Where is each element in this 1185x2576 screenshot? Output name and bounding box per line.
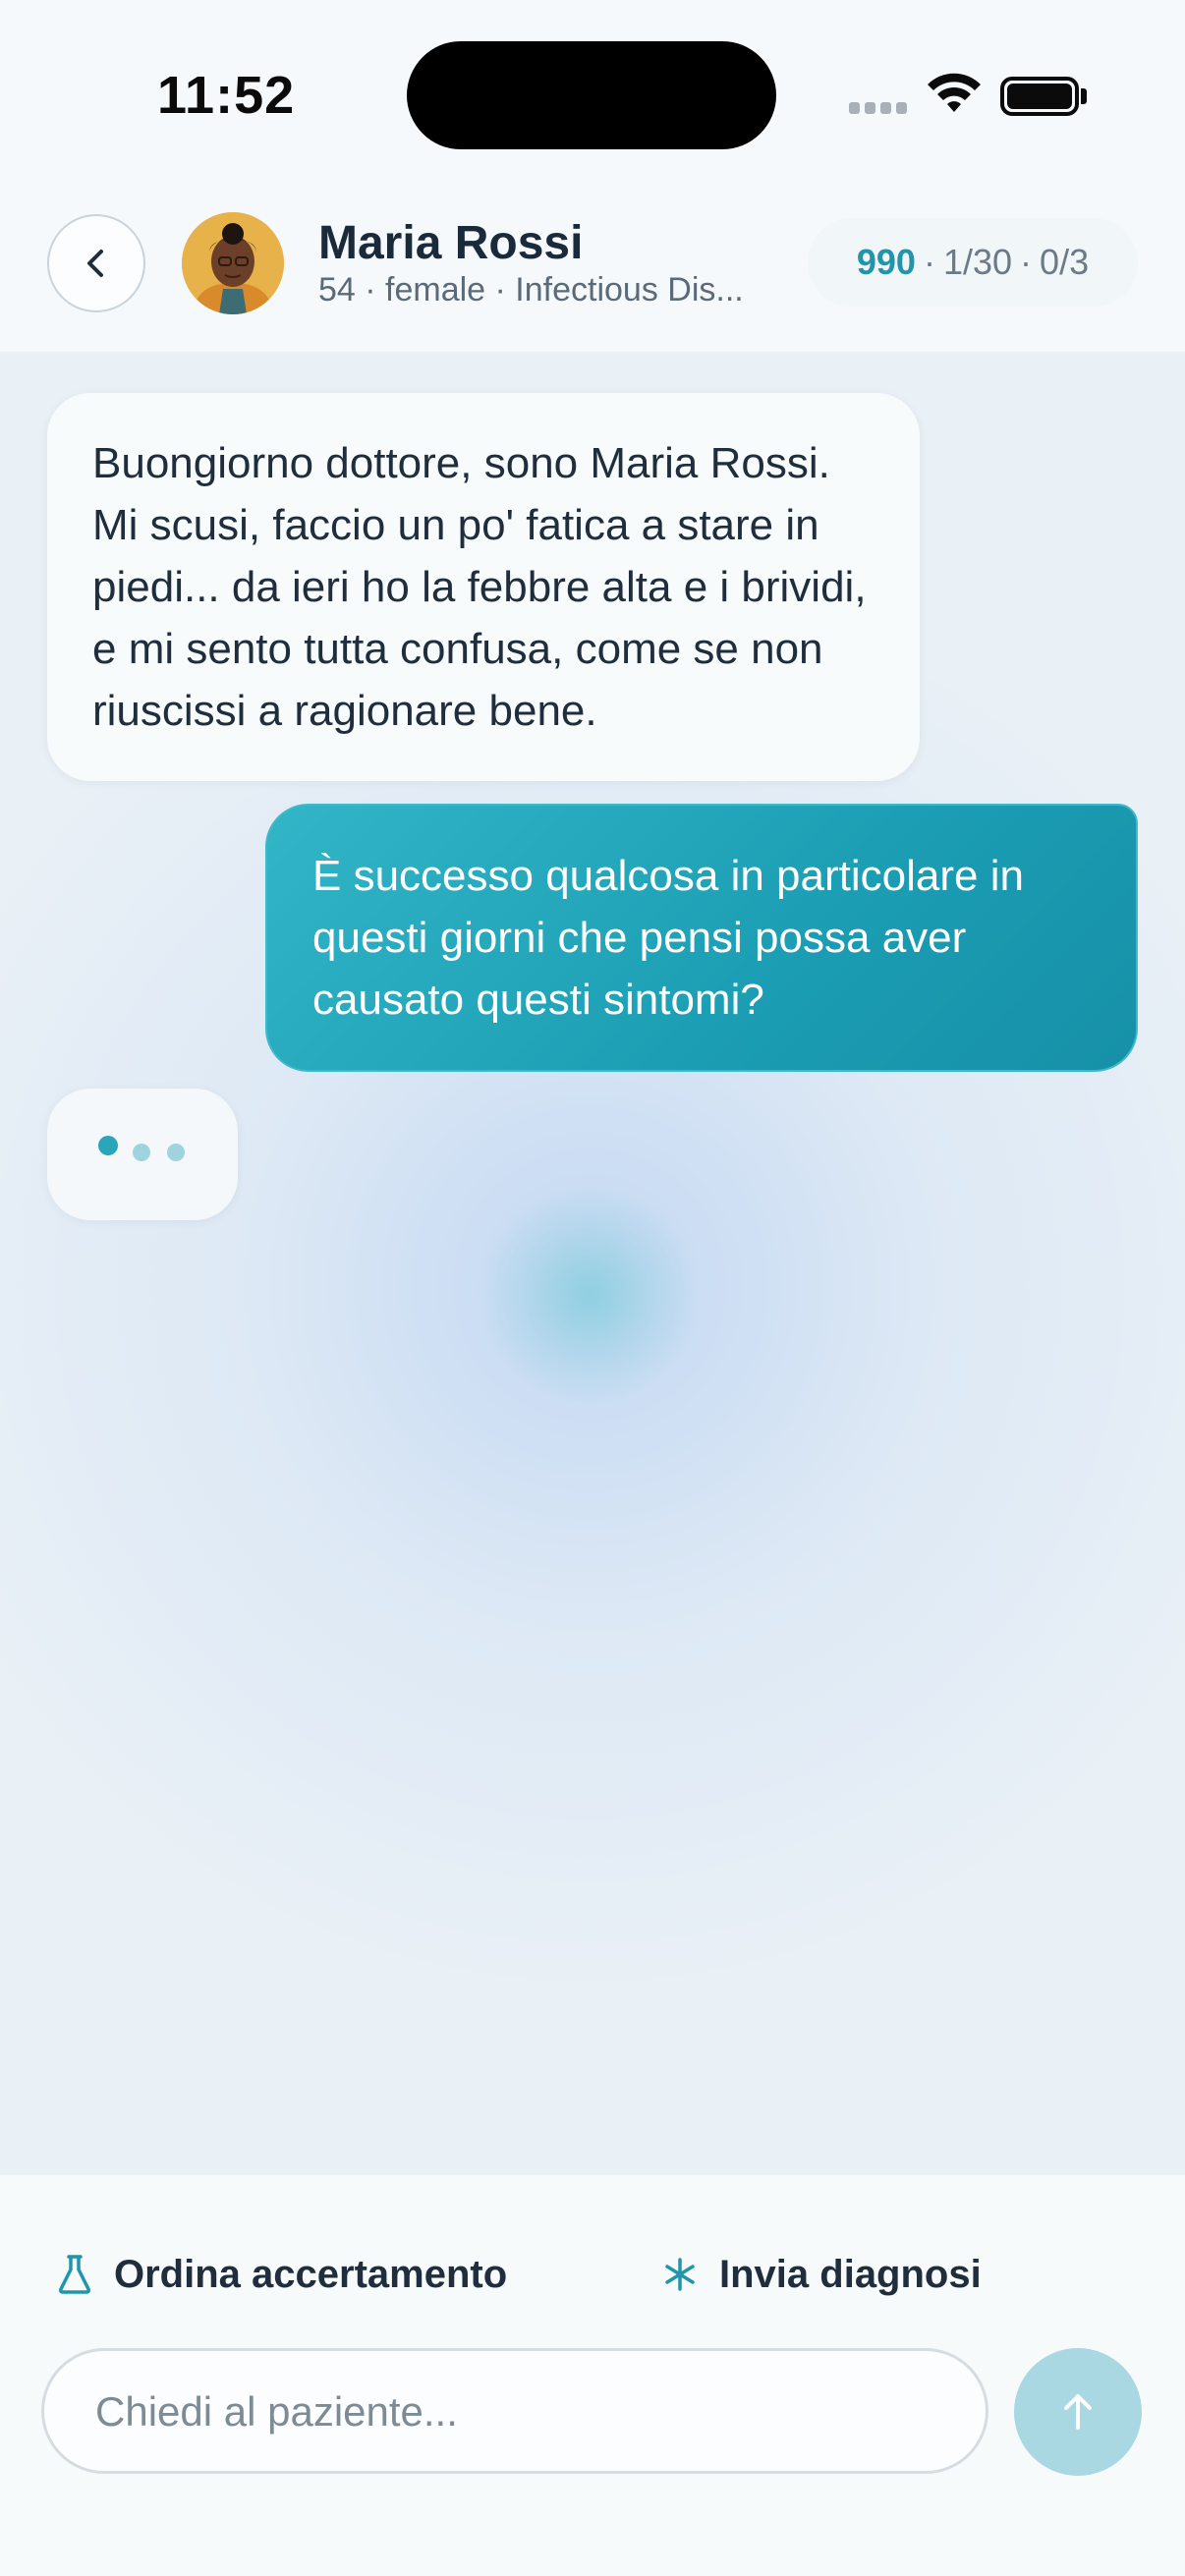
chat-area[interactable]: Buongiorno dottore, sono Maria Rossi. Mi… [0, 352, 1185, 2175]
patient-details: 54 · female · Infectious Dis... [318, 271, 744, 308]
battery-tip [1081, 88, 1087, 104]
order-test-button[interactable]: Ordina accertamento [57, 2220, 507, 2328]
chat-header: Maria Rossi 54 · female · Infectious Dis… [0, 187, 1185, 352]
typing-indicator [47, 1089, 238, 1220]
message-input-container[interactable] [41, 2348, 988, 2474]
send-diagnosis-label: Invia diagnosi [719, 2252, 982, 2296]
typing-dot [167, 1144, 185, 1161]
status-time: 11:52 [157, 66, 296, 125]
typing-dot [133, 1144, 150, 1161]
patient-name: Maria Rossi [318, 217, 584, 269]
voice-glow [472, 1187, 707, 1403]
avatar-illustration [182, 212, 284, 314]
wifi-icon [928, 73, 981, 112]
stats-separator: · [923, 242, 935, 282]
chevron-left-icon [87, 250, 103, 277]
flask-icon [59, 2255, 90, 2294]
back-button[interactable] [47, 214, 145, 312]
send-button[interactable] [1014, 2348, 1142, 2476]
score-value: 990 [856, 242, 916, 282]
doctor-message-bubble: È successo qualcosa in particolare in qu… [265, 804, 1138, 1072]
session-stats: 990 · 1/30 · 0/3 [808, 218, 1138, 307]
arrow-up-icon [1064, 2394, 1092, 2430]
status-bar: 11:52 [0, 0, 1185, 187]
diagnoses-counter: 0/3 [1040, 242, 1090, 282]
dynamic-island [407, 41, 776, 149]
questions-counter: 1/30 [942, 242, 1013, 282]
stats-separator: · [1020, 242, 1033, 282]
message-input[interactable] [93, 2351, 942, 2473]
order-test-label: Ordina accertamento [114, 2252, 508, 2296]
patient-avatar[interactable] [182, 212, 284, 314]
composer-area: Ordina accertamento Invia diagnosi [0, 2175, 1185, 2576]
send-diagnosis-button[interactable]: Invia diagnosi [662, 2220, 982, 2328]
battery-icon [1000, 77, 1079, 116]
patient-message-bubble: Buongiorno dottore, sono Maria Rossi. Mi… [47, 393, 920, 781]
typing-dot [98, 1136, 118, 1155]
asterisk-icon [665, 2258, 695, 2291]
signal-icon [849, 102, 908, 116]
